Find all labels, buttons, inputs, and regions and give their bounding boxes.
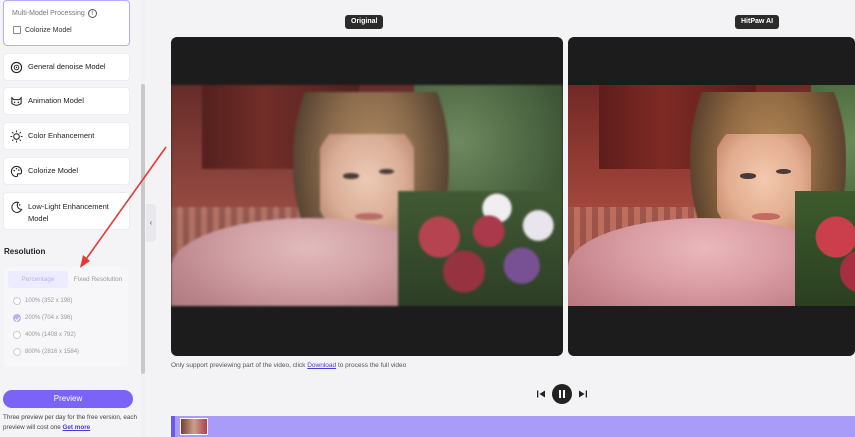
colorize-model-checkbox[interactable]: Colorize Model xyxy=(13,26,72,34)
timeline-handle[interactable] xyxy=(171,416,175,437)
model-colorize[interactable]: Colorize Model xyxy=(3,157,130,185)
pause-button[interactable] xyxy=(552,384,572,404)
radio-icon[interactable] xyxy=(13,331,21,339)
checkbox-icon[interactable] xyxy=(13,26,21,34)
chevron-left-icon: ‹ xyxy=(149,218,153,227)
radio-icon[interactable] xyxy=(13,297,21,305)
model-label: Animation Model xyxy=(28,96,84,105)
resolution-option-200[interactable]: 200% (704 x 396) xyxy=(13,314,72,322)
model-label: General denoise Model xyxy=(28,62,106,71)
previous-frame-icon[interactable] xyxy=(536,389,546,399)
model-label: Color Enhancement xyxy=(28,131,95,140)
resolution-title: Resolution xyxy=(4,247,46,256)
playback-controls xyxy=(536,384,588,404)
hitpaw-ai-tag: HitPaw AI xyxy=(735,15,780,29)
preview-hint: Only support previewing part of the vide… xyxy=(171,362,406,369)
next-frame-icon[interactable] xyxy=(578,389,588,399)
hitpaw-ai-video-panel[interactable] xyxy=(568,37,855,356)
model-general-denoise[interactable]: General denoise Model xyxy=(3,53,130,81)
model-label: Low-Light Enhancement Model xyxy=(28,202,109,223)
original-tag: Original xyxy=(345,15,384,29)
original-video-frame xyxy=(171,85,563,306)
free-version-note: Three preview per day for the free versi… xyxy=(3,413,143,433)
model-color-enhancement[interactable]: Color Enhancement xyxy=(3,122,130,150)
multi-model-title: Multi-Model Processing ! xyxy=(12,9,97,18)
model-label: Colorize Model xyxy=(28,166,79,175)
original-video-panel[interactable] xyxy=(171,37,563,356)
multi-model-title-text: Multi-Model Processing xyxy=(12,10,85,17)
hint-prefix: Only support previewing part of the vide… xyxy=(171,362,306,369)
model-low-light[interactable]: Low-Light Enhancement Model xyxy=(3,192,130,230)
hitpaw-ai-video-frame xyxy=(568,85,855,306)
resolution-option-label: 100% (352 x 198) xyxy=(25,298,73,304)
denoise-icon xyxy=(10,61,23,74)
resolution-option-800[interactable]: 800% (2816 x 1584) xyxy=(13,348,79,356)
sun-icon xyxy=(10,130,23,143)
preview-area: Original HitPaw AI Only support previewi… xyxy=(156,0,855,437)
checkbox-label: Colorize Model xyxy=(25,26,72,34)
tab-percentage[interactable]: Percentage xyxy=(8,271,68,288)
model-animation[interactable]: Animation Model xyxy=(3,87,130,115)
palette-icon xyxy=(10,165,23,178)
timeline-track[interactable] xyxy=(171,416,855,437)
timeline-thumbnail xyxy=(180,418,208,435)
pause-icon xyxy=(559,390,561,398)
resolution-tabs: Percentage Fixed Resolution xyxy=(8,271,128,288)
radio-checked-icon[interactable] xyxy=(13,314,21,322)
resolution-box: Percentage Fixed Resolution 100% (352 x … xyxy=(4,267,128,367)
get-more-link[interactable]: Get more xyxy=(63,424,91,431)
sidebar: Multi-Model Processing ! Colorize Model … xyxy=(0,0,145,437)
resolution-option-label: 200% (704 x 396) xyxy=(25,315,73,321)
resolution-option-400[interactable]: 400% (1408 x 792) xyxy=(13,331,76,339)
animation-face-icon xyxy=(11,96,22,106)
multi-model-card: Multi-Model Processing ! Colorize Model xyxy=(3,0,130,46)
resolution-option-label: 400% (1408 x 792) xyxy=(25,332,76,338)
radio-icon[interactable] xyxy=(13,348,21,356)
sidebar-scrollbar-thumb[interactable] xyxy=(141,84,145,374)
resolution-option-100[interactable]: 100% (352 x 198) xyxy=(13,297,72,305)
hint-suffix: to process the full video xyxy=(337,362,407,369)
info-icon[interactable]: ! xyxy=(87,9,97,18)
tab-fixed-resolution[interactable]: Fixed Resolution xyxy=(68,271,128,288)
resolution-option-label: 800% (2816 x 1584) xyxy=(25,349,80,355)
download-link[interactable]: Download xyxy=(307,362,336,369)
moon-icon xyxy=(11,201,23,213)
preview-button[interactable]: Preview xyxy=(3,390,133,408)
collapse-sidebar-button[interactable]: ‹ xyxy=(146,204,156,242)
